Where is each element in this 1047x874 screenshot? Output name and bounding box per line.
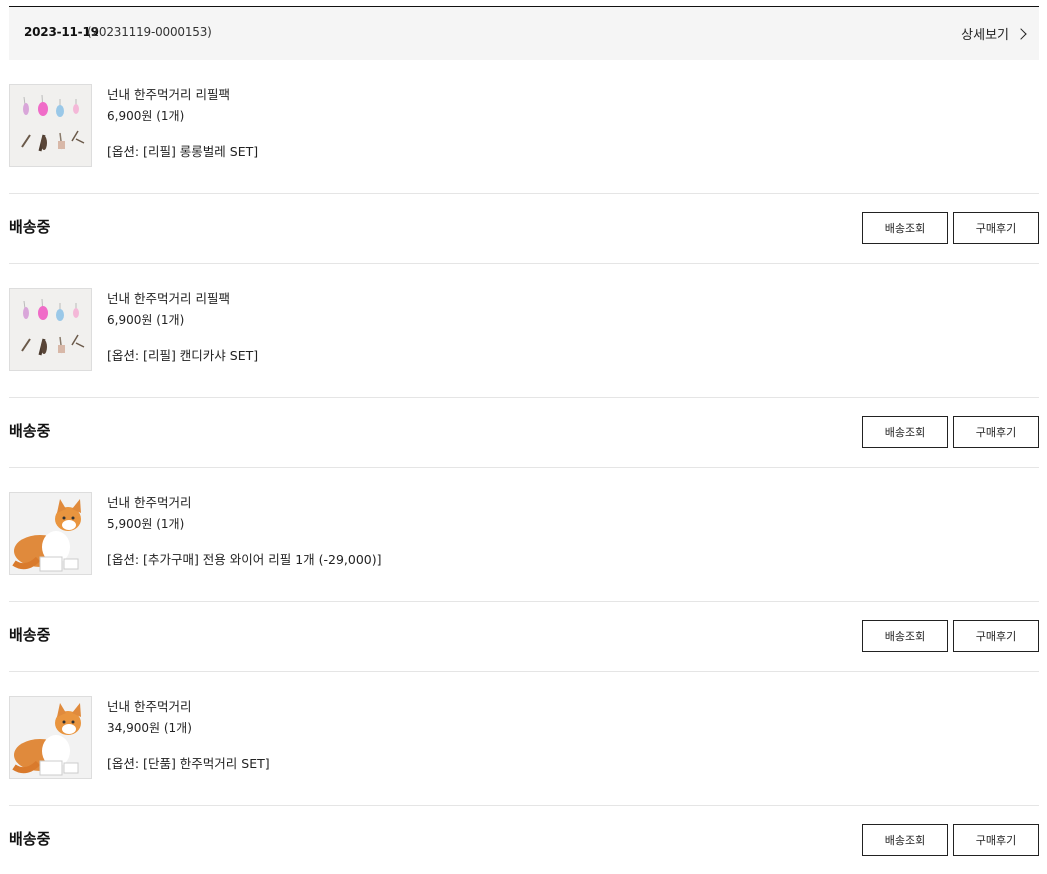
write-review-button[interactable]: 구매후기 xyxy=(953,416,1039,448)
order-number: (20231119-0000153) xyxy=(87,25,212,39)
feather-toy-image xyxy=(10,85,91,166)
delivery-status: 배송중 xyxy=(9,218,51,236)
chevron-right-icon xyxy=(1015,27,1027,40)
product-price: 5,900원 (1개) xyxy=(107,517,185,531)
product-option: [옵션: [리필] 캔디카샤 SET] xyxy=(107,348,259,363)
track-delivery-button[interactable]: 배송조회 xyxy=(862,620,948,652)
order-header: 2023-11-19 (20231119-0000153) 상세보기 xyxy=(9,7,1039,60)
divider xyxy=(9,397,1039,398)
product-name[interactable]: 넌내 한주먹거리 리필팩 xyxy=(107,288,230,307)
product-price: 34,900원 (1개) xyxy=(107,721,192,735)
track-delivery-button[interactable]: 배송조회 xyxy=(862,824,948,856)
delivery-status: 배송중 xyxy=(9,626,51,644)
divider xyxy=(9,263,1039,264)
cat-image xyxy=(10,697,91,778)
product-name[interactable]: 넌내 한주먹거리 xyxy=(107,492,191,511)
divider xyxy=(9,601,1039,602)
product-thumbnail[interactable] xyxy=(9,492,92,575)
product-price: 6,900원 (1개) xyxy=(107,313,185,327)
product-thumbnail[interactable] xyxy=(9,84,92,167)
write-review-button[interactable]: 구매후기 xyxy=(953,212,1039,244)
product-thumbnail[interactable] xyxy=(9,696,92,779)
divider xyxy=(9,671,1039,672)
product-option: [옵션: [추가구매] 전용 와이어 리필 1개 (-29,000)] xyxy=(107,552,382,567)
delivery-status: 배송중 xyxy=(9,422,51,440)
divider xyxy=(9,805,1039,806)
feather-toy-image xyxy=(10,289,91,370)
order-detail-label: 상세보기 xyxy=(961,28,1009,43)
product-name[interactable]: 넌내 한주먹거리 xyxy=(107,696,191,715)
order-detail-link[interactable]: 상세보기 xyxy=(961,24,1027,43)
product-price: 6,900원 (1개) xyxy=(107,109,185,123)
divider xyxy=(9,193,1039,194)
product-option: [옵션: [단품] 한주먹거리 SET] xyxy=(107,756,270,771)
product-option: [옵션: [리필] 롱롱벌레 SET] xyxy=(107,144,259,159)
track-delivery-button[interactable]: 배송조회 xyxy=(862,212,948,244)
product-name[interactable]: 넌내 한주먹거리 리필팩 xyxy=(107,84,230,103)
delivery-status: 배송중 xyxy=(9,830,51,848)
write-review-button[interactable]: 구매후기 xyxy=(953,824,1039,856)
product-thumbnail[interactable] xyxy=(9,288,92,371)
cat-image xyxy=(10,493,91,574)
divider xyxy=(9,467,1039,468)
track-delivery-button[interactable]: 배송조회 xyxy=(862,416,948,448)
write-review-button[interactable]: 구매후기 xyxy=(953,620,1039,652)
